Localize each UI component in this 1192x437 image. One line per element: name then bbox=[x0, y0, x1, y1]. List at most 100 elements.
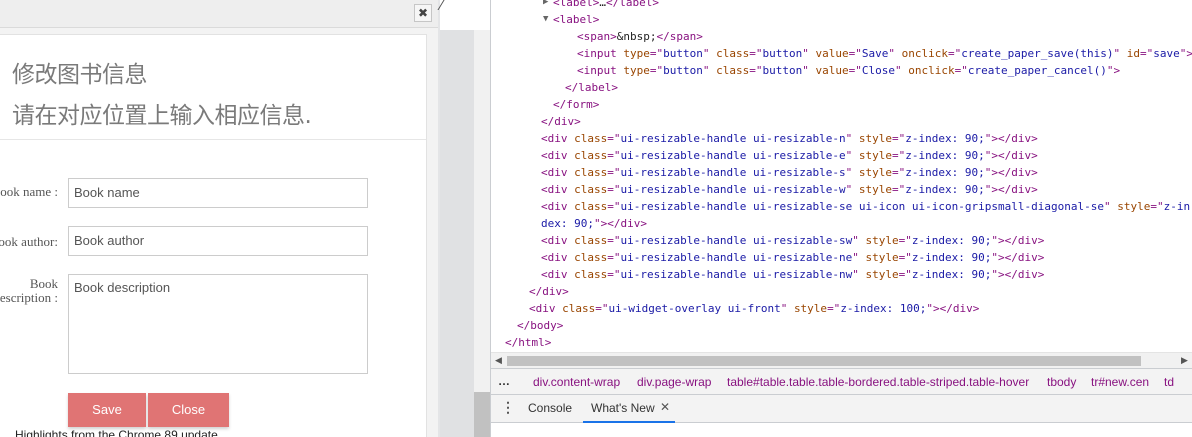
code-token: style bbox=[865, 268, 899, 281]
code-token: " bbox=[702, 47, 717, 60]
code-token: z-index: 90; bbox=[911, 268, 992, 281]
breadcrumb-item[interactable]: table#table.table.table-bordered.table-s… bbox=[727, 375, 1029, 389]
code-token: <span> bbox=[577, 30, 617, 43]
dom-node-line[interactable]: <div class="ui-resizable-handle ui-resiz… bbox=[541, 181, 1038, 198]
code-token: button bbox=[663, 47, 703, 60]
code-token: z-index: 90; bbox=[905, 132, 985, 145]
code-token: style bbox=[858, 183, 893, 196]
dom-node-line[interactable]: </div> bbox=[529, 283, 569, 300]
code-token: type bbox=[623, 64, 650, 77]
code-token: Close bbox=[861, 64, 895, 77]
breadcrumb-item[interactable]: td bbox=[1164, 375, 1174, 389]
form-title: 修改图书信息 bbox=[12, 62, 148, 88]
dom-node-line[interactable]: </label> bbox=[565, 79, 618, 96]
dialog-close-button[interactable]: ✖ bbox=[414, 4, 432, 22]
code-token: z-index: 90; bbox=[911, 234, 992, 247]
whats-new-content: Highlights from the Chrome 89 update bbox=[15, 428, 218, 437]
drawer-tabbar: ⋮ Console What's New ✕ bbox=[491, 395, 1192, 423]
dom-node-line[interactable]: <div class="ui-resizable-handle ui-resiz… bbox=[541, 249, 1044, 266]
active-tab-indicator bbox=[583, 421, 675, 423]
code-token: button bbox=[762, 64, 803, 77]
code-token: Save bbox=[861, 47, 889, 60]
code-token: &nbsp; bbox=[616, 30, 657, 43]
breadcrumb-item[interactable]: div.content-wrap bbox=[533, 375, 620, 389]
code-token: =" bbox=[749, 64, 763, 77]
book-name-input[interactable]: Book name bbox=[68, 178, 368, 208]
dom-node-line[interactable]: <input type="button" class="button" valu… bbox=[577, 62, 1120, 79]
dom-node-line[interactable]: ▼ <label> bbox=[543, 11, 599, 28]
horizontal-scrollbar[interactable]: ◀ ▶ bbox=[491, 352, 1192, 368]
scroll-left-arrow-icon[interactable]: ◀ bbox=[495, 355, 502, 366]
tab-console[interactable]: Console bbox=[528, 401, 572, 415]
page-scroll-thumb[interactable] bbox=[474, 392, 490, 437]
dom-node-line[interactable]: <span>&nbsp;</span> bbox=[577, 28, 703, 45]
expand-triangle-closed-icon[interactable]: ▶ bbox=[543, 0, 548, 11]
code-token: </label> bbox=[605, 0, 659, 9]
code-token: =" bbox=[898, 234, 912, 247]
code-token: <div bbox=[541, 132, 575, 145]
code-token: <input bbox=[577, 47, 624, 60]
code-token: save bbox=[1153, 47, 1180, 60]
dom-node-line[interactable]: </form> bbox=[553, 96, 599, 113]
dom-node-line[interactable]: <div class="ui-resizable-handle ui-resiz… bbox=[541, 266, 1044, 283]
dom-node-line[interactable]: <div class="ui-resizable-handle ui-resiz… bbox=[541, 232, 1044, 249]
page-vertical-scrollbar[interactable] bbox=[474, 30, 490, 437]
code-token: =" bbox=[607, 200, 621, 213]
code-token: " bbox=[852, 268, 866, 281]
breadcrumb-item[interactable]: tbody bbox=[1047, 375, 1076, 389]
code-token: "></div> bbox=[984, 183, 1038, 196]
code-token: ui-resizable-handle ui-resizable-ne bbox=[620, 251, 853, 264]
horizontal-scroll-thumb[interactable] bbox=[507, 356, 1141, 366]
code-token: =" bbox=[947, 47, 962, 60]
code-token: "> bbox=[1179, 47, 1192, 60]
code-token: =" bbox=[607, 166, 621, 179]
code-token: " bbox=[852, 234, 866, 247]
code-token: " bbox=[1113, 47, 1127, 60]
breadcrumb-ellipsis[interactable]: … bbox=[498, 374, 510, 388]
dom-node-line[interactable]: dex: 90;"></div> bbox=[541, 215, 647, 232]
form-header: 修改图书信息 请在对应位置上输入相应信息. bbox=[0, 35, 426, 140]
code-token: class bbox=[574, 200, 608, 213]
close-button[interactable]: Close bbox=[148, 393, 229, 427]
dom-node-line[interactable]: <div class="ui-widget-overlay ui-front" … bbox=[529, 300, 979, 317]
dom-node-line[interactable]: ▶ <label>…</label> bbox=[543, 0, 659, 11]
dom-node-line[interactable]: <div class="ui-resizable-handle ui-resiz… bbox=[541, 164, 1038, 181]
dom-node-line[interactable]: <input type="button" class="button" valu… bbox=[577, 45, 1192, 62]
book-author-input[interactable]: Book author bbox=[68, 226, 368, 256]
tab-whats-new[interactable]: What's New bbox=[591, 401, 655, 415]
breadcrumb-item[interactable]: tr#new.cen bbox=[1091, 375, 1149, 389]
code-token: class bbox=[716, 47, 750, 60]
code-token: =" bbox=[892, 183, 906, 196]
scroll-right-arrow-icon[interactable]: ▶ bbox=[1181, 355, 1188, 366]
code-token: =" bbox=[649, 64, 664, 77]
book-description-label-line1: Book bbox=[29, 276, 58, 291]
dialog-titlebar[interactable]: ✖ bbox=[0, 0, 438, 28]
dom-node-line[interactable]: <div class="ui-resizable-handle ui-resiz… bbox=[541, 198, 1190, 215]
elements-dom-tree[interactable]: ▶ <label>…</label> ▼ <label> <span>&nbsp;</s… bbox=[491, 0, 1192, 352]
code-token: =" bbox=[848, 64, 862, 77]
dom-node-line[interactable]: </body> bbox=[517, 317, 563, 334]
code-token: style bbox=[858, 149, 893, 162]
dom-node-line[interactable]: </html> bbox=[505, 334, 551, 351]
dom-node-line[interactable]: <div class="ui-resizable-handle ui-resiz… bbox=[541, 130, 1038, 147]
book-name-label: ook name : bbox=[0, 184, 58, 199]
code-token: ui-resizable-handle ui-resizable-w bbox=[620, 183, 846, 196]
dom-node-line[interactable]: </div> bbox=[541, 113, 581, 130]
code-token: value bbox=[815, 47, 849, 60]
expand-triangle-open-icon[interactable]: ▼ bbox=[543, 11, 548, 28]
code-token: </label> bbox=[565, 81, 618, 94]
code-token: "></div> bbox=[926, 302, 980, 315]
more-tabs-icon[interactable]: ⋮ bbox=[501, 399, 515, 416]
code-token: =" bbox=[892, 132, 906, 145]
code-token: create_paper_save(this) bbox=[961, 47, 1114, 60]
book-description-textarea[interactable]: Book description bbox=[68, 274, 368, 374]
code-token: ui-resizable-handle ui-resizable-n bbox=[620, 132, 846, 145]
close-tab-icon[interactable]: ✕ bbox=[660, 400, 670, 414]
code-token: =" bbox=[607, 132, 621, 145]
dom-node-line[interactable]: <div class="ui-resizable-handle ui-resiz… bbox=[541, 147, 1038, 164]
breadcrumb-item[interactable]: div.page-wrap bbox=[637, 375, 711, 389]
code-token: =" bbox=[607, 251, 621, 264]
devtools-panel: ▶ <label>…</label> ▼ <label> <span>&nbsp;</s… bbox=[490, 0, 1192, 437]
save-button[interactable]: Save bbox=[68, 393, 146, 427]
code-token: =" bbox=[898, 251, 912, 264]
